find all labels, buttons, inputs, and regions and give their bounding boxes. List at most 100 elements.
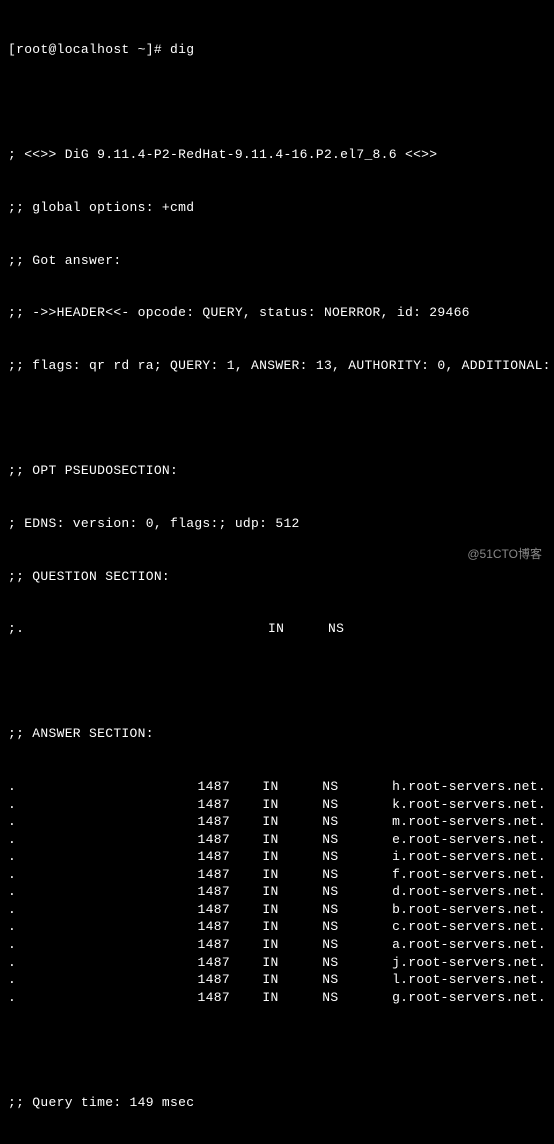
answer-row: .1487INNSm.root-servers.net. — [8, 813, 546, 831]
blank-line — [8, 410, 546, 428]
answer-class: IN — [262, 848, 322, 866]
answer-class: IN — [262, 918, 322, 936]
answer-name: . — [8, 813, 198, 831]
shell-prompt: [root@localhost ~]# — [8, 41, 170, 59]
answer-row: .1487INNSf.root-servers.net. — [8, 866, 546, 884]
question-class: IN — [268, 620, 328, 638]
answer-host: b.root-servers.net. — [392, 901, 546, 919]
answer-class: IN — [262, 831, 322, 849]
answer-ttl: 1487 — [198, 796, 263, 814]
answer-host: c.root-servers.net. — [392, 918, 546, 936]
blank-line — [8, 94, 546, 112]
answer-row: .1487INNSl.root-servers.net. — [8, 971, 546, 989]
answer-type: NS — [322, 813, 392, 831]
answer-row: .1487INNSd.root-servers.net. — [8, 883, 546, 901]
answer-row: .1487INNSe.root-servers.net. — [8, 831, 546, 849]
answer-ttl: 1487 — [198, 936, 263, 954]
answer-host: l.root-servers.net. — [392, 971, 546, 989]
watermark-text: @51CTO博客 — [467, 546, 542, 562]
answer-host: j.root-servers.net. — [392, 954, 546, 972]
global-options-line: ;; global options: +cmd — [8, 199, 546, 217]
answer-row: .1487INNSc.root-servers.net. — [8, 918, 546, 936]
answer-ttl: 1487 — [198, 778, 263, 796]
answer-host: a.root-servers.net. — [392, 936, 546, 954]
answer-name: . — [8, 954, 198, 972]
answer-type: NS — [322, 866, 392, 884]
terminal-output: [root@localhost ~]# dig ; <<>> DiG 9.11.… — [8, 6, 546, 1144]
answer-type: NS — [322, 989, 392, 1007]
query-time-line: ;; Query time: 149 msec — [8, 1094, 546, 1112]
answer-name: . — [8, 971, 198, 989]
answer-ttl: 1487 — [198, 918, 263, 936]
question-row: ;. IN NS — [8, 620, 546, 638]
answer-class: IN — [262, 936, 322, 954]
question-name: ;. — [8, 620, 268, 638]
answer-ttl: 1487 — [198, 954, 263, 972]
answer-ttl: 1487 — [198, 866, 263, 884]
answer-host: m.root-servers.net. — [392, 813, 546, 831]
opt-section-title: ;; OPT PSEUDOSECTION: — [8, 462, 546, 480]
answer-name: . — [8, 848, 198, 866]
answer-host: e.root-servers.net. — [392, 831, 546, 849]
answer-name: . — [8, 901, 198, 919]
answer-name: . — [8, 831, 198, 849]
answer-host: k.root-servers.net. — [392, 796, 546, 814]
answer-name: . — [8, 796, 198, 814]
answer-class: IN — [262, 796, 322, 814]
answer-type: NS — [322, 796, 392, 814]
command-input[interactable]: dig — [170, 41, 194, 59]
answer-type: NS — [322, 778, 392, 796]
question-type: NS — [328, 620, 398, 638]
answer-class: IN — [262, 883, 322, 901]
answer-name: . — [8, 989, 198, 1007]
answer-ttl: 1487 — [198, 989, 263, 1007]
answer-type: NS — [322, 918, 392, 936]
answer-type: NS — [322, 901, 392, 919]
answer-name: . — [8, 883, 198, 901]
answer-class: IN — [262, 901, 322, 919]
answer-type: NS — [322, 883, 392, 901]
answer-rows-container: .1487INNSh.root-servers.net..1487INNSk.r… — [8, 778, 546, 1006]
answer-class: IN — [262, 989, 322, 1007]
answer-ttl: 1487 — [198, 971, 263, 989]
answer-type: NS — [322, 848, 392, 866]
question-section-title: ;; QUESTION SECTION: — [8, 568, 546, 586]
answer-row: .1487INNSa.root-servers.net. — [8, 936, 546, 954]
answer-name: . — [8, 778, 198, 796]
answer-row: .1487INNSi.root-servers.net. — [8, 848, 546, 866]
answer-host: h.root-servers.net. — [392, 778, 546, 796]
answer-class: IN — [262, 954, 322, 972]
answer-ttl: 1487 — [198, 813, 263, 831]
answer-ttl: 1487 — [198, 831, 263, 849]
flags-line: ;; flags: qr rd ra; QUERY: 1, ANSWER: 13… — [8, 357, 546, 375]
answer-host: f.root-servers.net. — [392, 866, 546, 884]
edns-line: ; EDNS: version: 0, flags:; udp: 512 — [8, 515, 546, 533]
answer-class: IN — [262, 866, 322, 884]
blank-line — [8, 673, 546, 691]
answer-name: . — [8, 936, 198, 954]
answer-class: IN — [262, 813, 322, 831]
answer-class: IN — [262, 971, 322, 989]
answer-class: IN — [262, 778, 322, 796]
answer-type: NS — [322, 954, 392, 972]
answer-section-title: ;; ANSWER SECTION: — [8, 725, 546, 743]
blank-line — [8, 1041, 546, 1059]
answer-row: .1487INNSb.root-servers.net. — [8, 901, 546, 919]
header-status-line: ;; ->>HEADER<<- opcode: QUERY, status: N… — [8, 304, 546, 322]
answer-host: i.root-servers.net. — [392, 848, 546, 866]
prompt-line[interactable]: [root@localhost ~]# dig — [8, 41, 546, 59]
answer-type: NS — [322, 971, 392, 989]
answer-row: .1487INNSk.root-servers.net. — [8, 796, 546, 814]
answer-host: g.root-servers.net. — [392, 989, 546, 1007]
answer-name: . — [8, 866, 198, 884]
got-answer-line: ;; Got answer: — [8, 252, 546, 270]
answer-type: NS — [322, 831, 392, 849]
answer-name: . — [8, 918, 198, 936]
answer-row: .1487INNSg.root-servers.net. — [8, 989, 546, 1007]
answer-row: .1487INNSj.root-servers.net. — [8, 954, 546, 972]
answer-ttl: 1487 — [198, 848, 263, 866]
answer-ttl: 1487 — [198, 901, 263, 919]
answer-type: NS — [322, 936, 392, 954]
answer-row: .1487INNSh.root-servers.net. — [8, 778, 546, 796]
answer-host: d.root-servers.net. — [392, 883, 546, 901]
